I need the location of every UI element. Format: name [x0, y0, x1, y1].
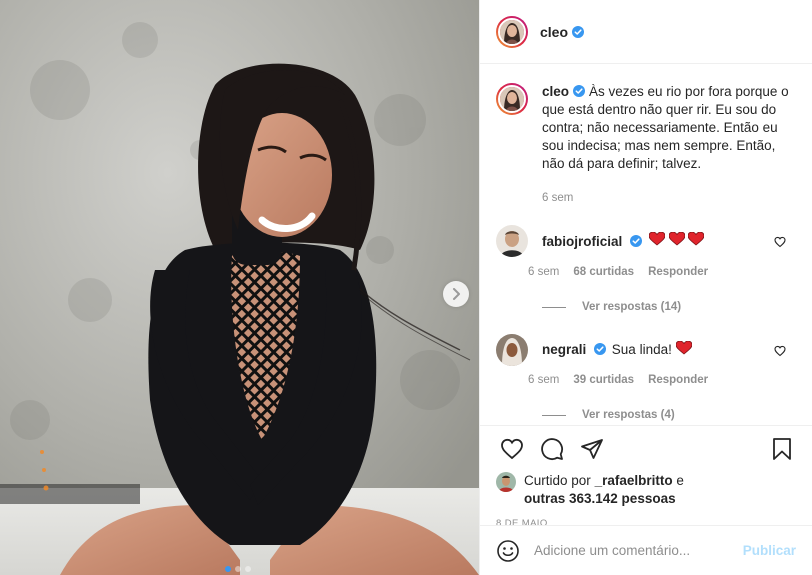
- comments-list[interactable]: cleo Às vezes eu rio por fora porque o qu…: [480, 65, 812, 425]
- likes-prefix: Curtido por: [524, 473, 591, 488]
- verified-badge-icon: [630, 235, 643, 247]
- like-button[interactable]: [492, 429, 532, 469]
- post-actions-section: Curtido por _rafaelbritto e outras 363.1…: [480, 425, 812, 529]
- view-replies-label: Ver respostas (14): [582, 301, 682, 313]
- comment-text: fabiojroficial: [542, 225, 708, 251]
- comment-username[interactable]: negrali: [542, 342, 586, 357]
- liker-avatar[interactable]: [496, 472, 516, 492]
- avatar-image: [496, 472, 516, 492]
- caption-avatar[interactable]: [496, 83, 528, 115]
- avatar-image: [500, 87, 524, 111]
- post-caption: cleo Às vezes eu rio por fora porque o qu…: [480, 65, 812, 173]
- likes-others-count[interactable]: outras 363.142 pessoas: [524, 491, 676, 506]
- red-heart-emoji-icon: [675, 340, 693, 355]
- view-replies-label: Ver respostas (4): [582, 409, 675, 421]
- commenter-avatar[interactable]: [496, 225, 528, 257]
- likes-summary: Curtido por _rafaelbritto e outras 363.1…: [480, 472, 812, 508]
- verified-badge-icon: [572, 25, 585, 38]
- photo-illustration: [0, 0, 479, 575]
- red-heart-emoji-icon: [648, 231, 666, 246]
- view-replies-button[interactable]: Ver respostas (4): [542, 409, 812, 421]
- liker-username[interactable]: _rafaelbritto: [595, 473, 673, 488]
- reply-button[interactable]: Responder: [648, 374, 708, 386]
- comment-input[interactable]: [534, 543, 735, 558]
- caption-body: cleo Às vezes eu rio por fora porque o qu…: [542, 83, 792, 173]
- avatar-image: [496, 225, 528, 257]
- caption-text: Às vezes eu rio por fora porque o que es…: [542, 84, 789, 171]
- comment-bubble-icon: [541, 438, 563, 460]
- comment-likes-count[interactable]: 68 curtidas: [573, 266, 634, 278]
- avatar-image: [500, 19, 524, 44]
- publish-button[interactable]: Publicar: [743, 543, 796, 558]
- comment-item: fabiojroficial 6 sem 68 curtidas Respond…: [480, 225, 812, 278]
- carousel-dot: [245, 566, 251, 572]
- comment-meta: 6 sem 39 curtidas Responder: [528, 374, 708, 386]
- author-avatar[interactable]: [496, 15, 528, 48]
- smiley-face-icon: [497, 539, 519, 562]
- post-header: cleo: [480, 0, 812, 64]
- carousel-dot: [225, 566, 231, 572]
- replies-divider: [542, 414, 566, 416]
- heart-outline-icon: [501, 438, 523, 460]
- caption-time: 6 sem: [542, 192, 574, 204]
- instagram-post-modal: cleo cleo Às vezes eu rio por fora porqu…: [0, 0, 812, 575]
- action-bar: [480, 426, 812, 472]
- red-heart-emoji-icon: [668, 231, 685, 246]
- emoji-button[interactable]: [496, 539, 520, 563]
- post-sidebar: cleo cleo Às vezes eu rio por fora porqu…: [479, 0, 812, 575]
- likes-conjunction: e: [676, 473, 684, 488]
- save-button[interactable]: [762, 429, 802, 469]
- carousel-indicator: [225, 566, 251, 572]
- post-photo[interactable]: [0, 0, 479, 575]
- view-replies-button[interactable]: Ver respostas (14): [542, 301, 812, 313]
- heart-outline-icon[interactable]: [774, 345, 786, 357]
- paper-plane-icon: [581, 439, 603, 459]
- share-button[interactable]: [572, 429, 612, 469]
- avatar-image: [496, 334, 528, 366]
- comment-item: negrali Sua linda! 6 sem 39 curtidas Res…: [480, 334, 812, 386]
- carousel-dot: [235, 566, 241, 572]
- heart-outline-icon[interactable]: [774, 236, 786, 248]
- replies-divider: [542, 306, 566, 308]
- comment-time[interactable]: 6 sem: [528, 266, 559, 278]
- add-comment-bar: Publicar: [480, 525, 812, 575]
- verified-badge-icon: [594, 343, 607, 355]
- likes-text: Curtido por _rafaelbritto e outras 363.1…: [524, 472, 684, 508]
- comment-time[interactable]: 6 sem: [528, 374, 559, 386]
- commenter-avatar[interactable]: [496, 334, 528, 366]
- comment-likes-count[interactable]: 39 curtidas: [573, 374, 634, 386]
- comment-button[interactable]: [532, 429, 572, 469]
- reply-button[interactable]: Responder: [648, 266, 708, 278]
- red-heart-emoji-icon: [687, 231, 705, 246]
- verified-badge-icon: [573, 85, 586, 97]
- comment-body: Sua linda!: [611, 342, 672, 357]
- comment-username[interactable]: fabiojroficial: [542, 234, 622, 249]
- caption-username[interactable]: cleo: [542, 84, 569, 99]
- chevron-right-icon: [453, 288, 460, 300]
- comment-meta: 6 sem 68 curtidas Responder: [528, 266, 708, 278]
- comment-text: negrali Sua linda!: [542, 334, 708, 359]
- author-username[interactable]: cleo: [540, 24, 568, 40]
- next-photo-button[interactable]: [443, 281, 469, 307]
- bookmark-icon: [773, 438, 791, 460]
